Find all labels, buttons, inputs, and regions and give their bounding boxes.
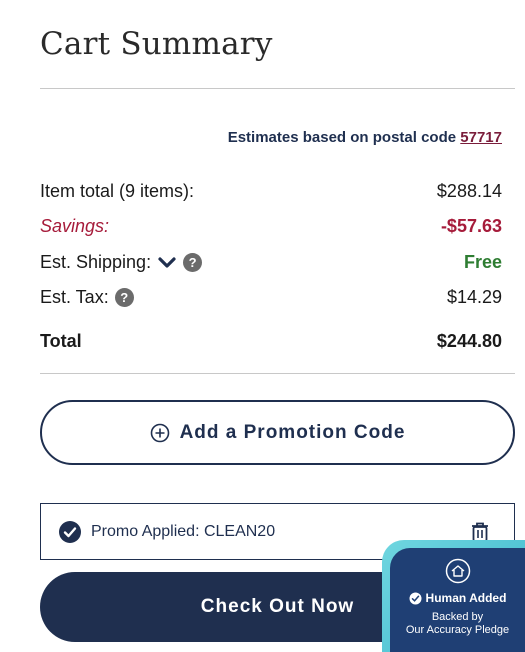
savings-label: Savings: xyxy=(40,216,110,236)
page-title: Cart Summary xyxy=(40,26,273,62)
pledge-heading: Human Added xyxy=(425,591,507,605)
item-total-label: Item total (9 items): xyxy=(40,181,195,201)
postal-estimate: Estimates based on postal code 57717 xyxy=(228,129,502,146)
help-circle-icon[interactable]: ? xyxy=(183,253,203,272)
tax-label: Est. Tax: xyxy=(40,287,109,307)
shipping-value: Free xyxy=(463,252,502,272)
house-badge-icon xyxy=(445,558,471,584)
savings-value: -$57.63 xyxy=(440,216,502,236)
check-circle-icon xyxy=(409,592,422,605)
postal-code-link[interactable]: 57717 xyxy=(460,129,502,146)
add-promotion-code-label: Add a Promotion Code xyxy=(179,421,406,443)
item-total-row: Item total (9 items): $288.14 xyxy=(40,181,502,202)
chevron-down-icon[interactable] xyxy=(157,253,177,273)
tax-label-group: Est. Tax: ? xyxy=(40,287,134,308)
promo-applied-text: Promo Applied: CLEAN20 xyxy=(91,522,276,540)
postal-prefix: Estimates based on postal code xyxy=(227,129,457,146)
total-label: Total xyxy=(40,331,82,351)
help-circle-icon[interactable]: ? xyxy=(114,288,134,307)
tax-row: Est. Tax: ? $14.29 xyxy=(40,287,502,308)
plus-circle-icon xyxy=(150,423,170,443)
bottom-divider xyxy=(40,373,515,374)
shipping-row: Est. Shipping: ? Free xyxy=(40,252,502,273)
top-divider xyxy=(40,88,515,89)
tax-value: $14.29 xyxy=(446,287,502,307)
total-row: Total $244.80 xyxy=(40,331,502,352)
pledge-line-2: Our Accuracy Pledge xyxy=(405,624,510,636)
item-total-value: $288.14 xyxy=(436,181,502,201)
shipping-label-group: Est. Shipping: ? xyxy=(40,252,203,273)
accuracy-pledge-panel[interactable]: Human Added Backed by Our Accuracy Pledg… xyxy=(390,548,525,652)
pledge-line-1: Backed by xyxy=(431,611,484,623)
savings-row: Savings: -$57.63 xyxy=(40,216,502,237)
add-promotion-code-button[interactable]: Add a Promotion Code xyxy=(40,400,515,465)
shipping-label: Est. Shipping: xyxy=(40,252,152,272)
total-value: $244.80 xyxy=(436,331,502,351)
check-circle-icon xyxy=(59,520,81,543)
pledge-heading-group: Human Added xyxy=(390,591,525,605)
